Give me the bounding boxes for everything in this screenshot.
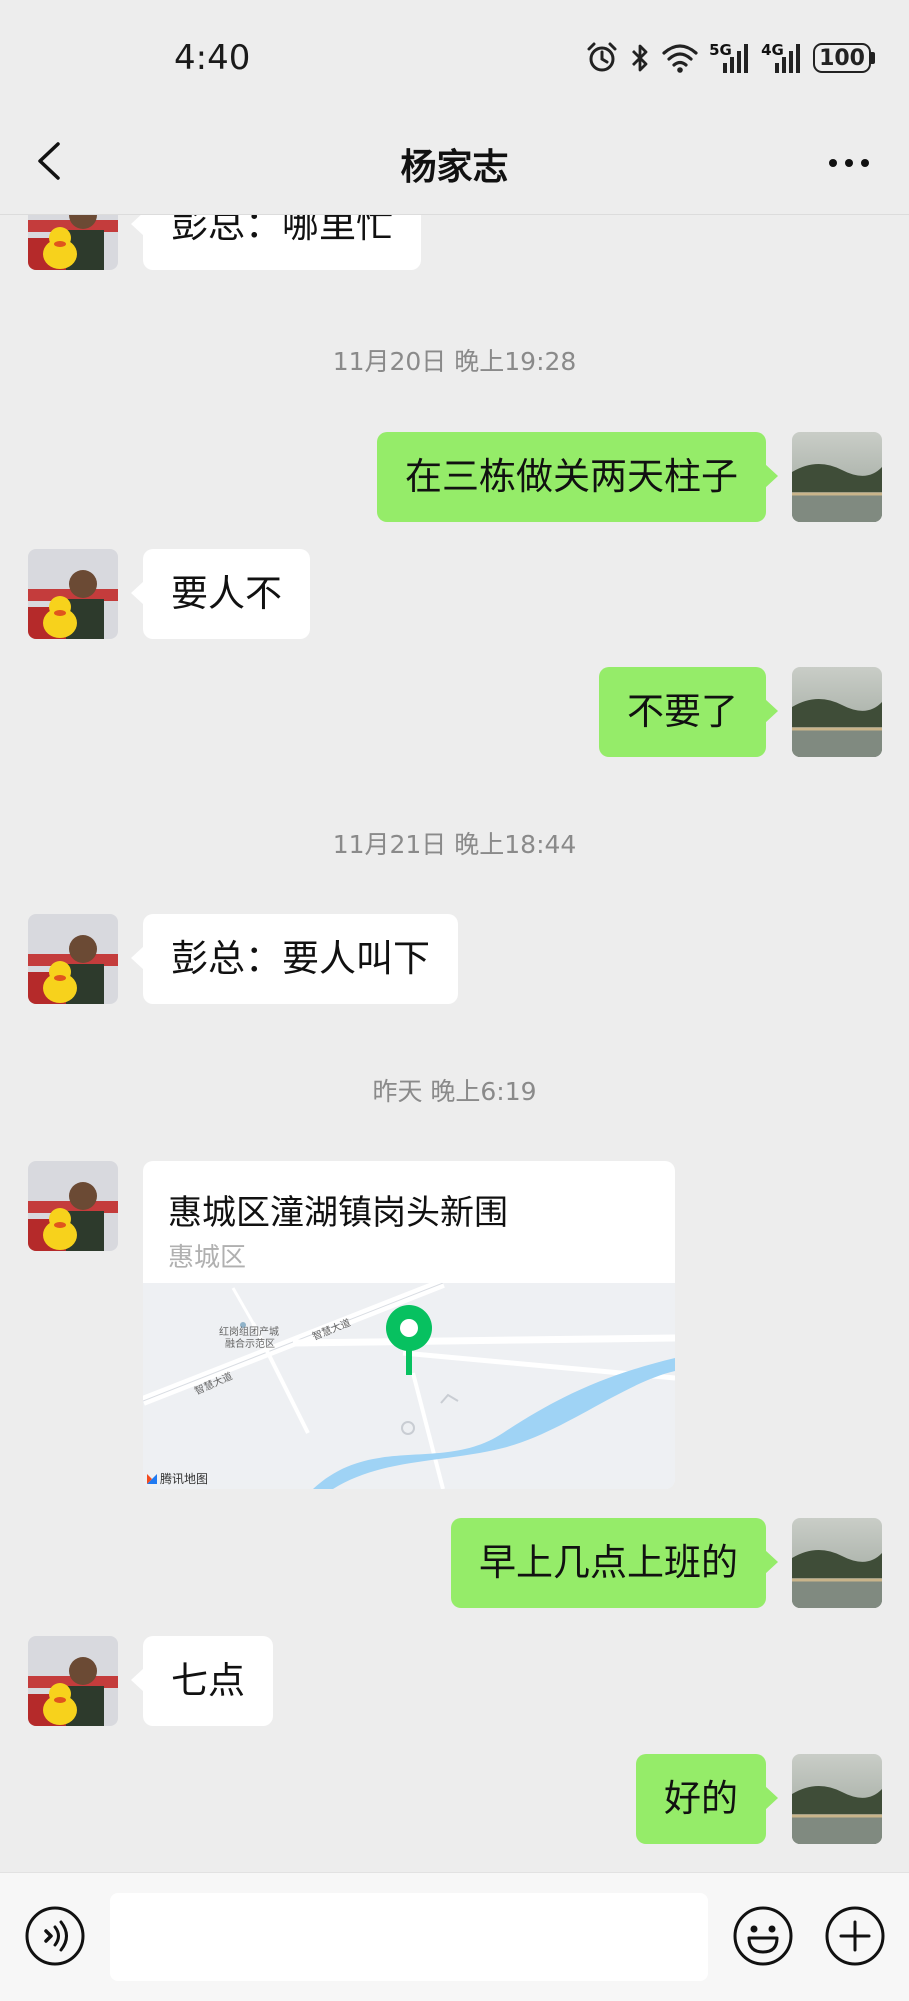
wifi-icon [661, 42, 699, 74]
map-provider-name: 腾讯地图 [160, 1472, 209, 1486]
map-provider-logo: 腾讯地图 [147, 1470, 208, 1487]
message-text: 早上几点上班的 [479, 1541, 738, 1584]
signal-4g-icon: 4G [761, 41, 803, 75]
status-time: 4:40 [174, 38, 251, 78]
bluetooth-icon [629, 41, 651, 75]
location-title: 惠城区潼湖镇岗头新围 [168, 1193, 508, 1233]
map-label: 融合示范区 [225, 1339, 275, 1350]
my-avatar[interactable] [792, 1518, 882, 1608]
emoji-button[interactable] [732, 1905, 794, 1967]
more-actions-button[interactable] [824, 1905, 886, 1967]
message-text: 要人不 [171, 572, 282, 615]
timestamp: 11月20日 晚上19:28 [332, 347, 577, 376]
message-text: 七点 [171, 1659, 245, 1702]
message-bubble-incoming[interactable]: 彭总：要人叫下 [131, 914, 458, 1004]
message-bubble-outgoing[interactable]: 在三栋做关两天柱子 [377, 432, 778, 522]
voice-icon [25, 1906, 85, 1966]
contact-avatar[interactable] [28, 1636, 118, 1726]
contact-avatar[interactable] [28, 215, 118, 270]
my-avatar[interactable] [792, 667, 882, 757]
my-avatar[interactable] [792, 432, 882, 522]
status-icons: 5G 4G 100 [585, 38, 875, 78]
chat-header: 杨家志 [0, 110, 909, 215]
input-bar [0, 1872, 909, 2001]
voice-input-button[interactable] [24, 1905, 86, 1967]
message-bubble-outgoing[interactable]: 早上几点上班的 [451, 1518, 778, 1608]
battery-tip [871, 52, 875, 64]
contact-avatar[interactable] [28, 549, 118, 639]
message-text: 好的 [664, 1777, 738, 1820]
message-bubble-outgoing[interactable]: 好的 [636, 1754, 778, 1844]
chat-title: 杨家志 [400, 147, 509, 188]
message-text: 彭总：哪里忙 [171, 215, 393, 246]
battery-icon: 100 [813, 43, 875, 73]
message-bubble-incoming[interactable]: 要人不 [131, 549, 310, 639]
alarm-icon [585, 41, 619, 75]
message-input[interactable] [110, 1893, 708, 1981]
location-subtitle: 惠城区 [168, 1243, 247, 1273]
message-bubble-outgoing[interactable]: 不要了 [599, 667, 778, 757]
location-message-card[interactable]: 惠城区潼湖镇岗头新围 惠城区 红岗组团产城 融合示范区 智慧大道 智慧大道 腾讯… [143, 1161, 675, 1489]
message-bubble-incoming[interactable]: 七点 [131, 1636, 273, 1726]
more-options-button[interactable] [819, 138, 879, 188]
plus-icon [825, 1906, 885, 1966]
tencent-map-icon [147, 1473, 157, 1484]
message-bubble-incoming[interactable]: 彭总：哪里忙 [131, 215, 421, 270]
my-avatar[interactable] [792, 1754, 882, 1844]
signal-5g-icon: 5G [709, 41, 751, 75]
location-map[interactable]: 红岗组团产城 融合示范区 智慧大道 智慧大道 腾讯地图 [143, 1278, 675, 1489]
more-dots-icon [829, 159, 869, 167]
status-bar: 4:40 5G 4G 100 [0, 0, 909, 110]
message-text: 不要了 [627, 690, 738, 733]
message-list[interactable]: 彭总：哪里忙 11月20日 晚上19:28 在三栋做关两天柱子 要人不 不要了 … [0, 215, 909, 1870]
contact-avatar[interactable] [28, 914, 118, 1004]
contact-avatar[interactable] [28, 1161, 118, 1251]
timestamp: 昨天 晚上6:19 [372, 1077, 537, 1106]
timestamp: 11月21日 晚上18:44 [332, 830, 577, 859]
message-text: 彭总：要人叫下 [171, 937, 430, 980]
message-text: 在三栋做关两天柱子 [405, 455, 738, 498]
emoji-icon [733, 1906, 793, 1966]
battery-level: 100 [813, 43, 871, 73]
